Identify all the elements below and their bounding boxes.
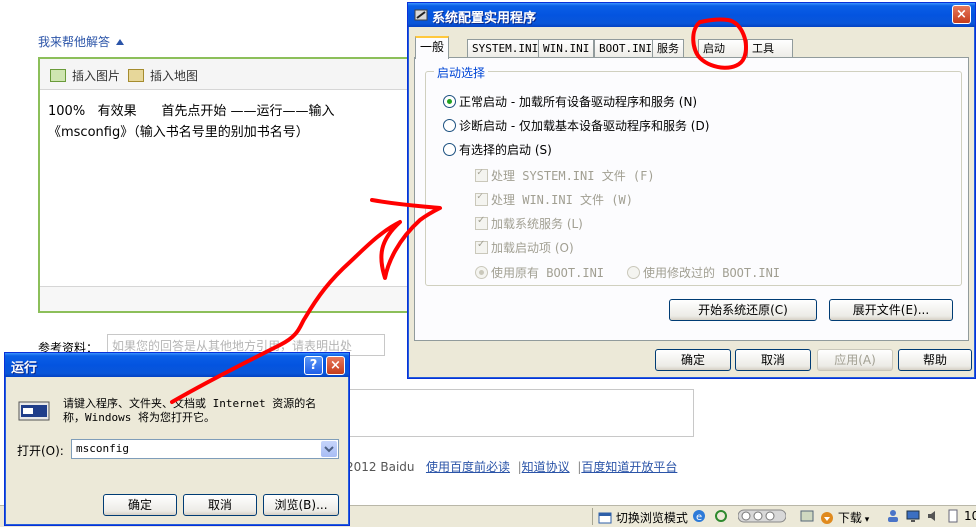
annotation-circle-icon [691, 17, 748, 70]
tab-general[interactable]: 一般 [415, 36, 450, 59]
annotation-arrow-icon [170, 198, 442, 404]
annotation-layer [170, 17, 748, 404]
